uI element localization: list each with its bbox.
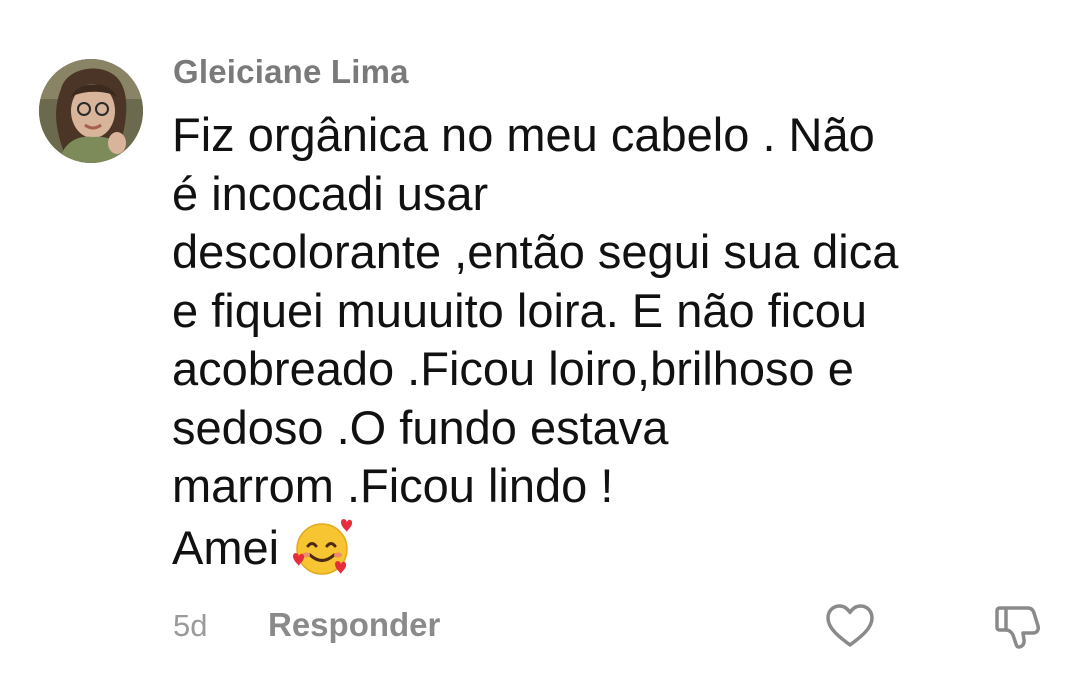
comment-body-line: e fiquei muuuito loira. E não ficou bbox=[172, 283, 867, 337]
reply-button[interactable]: Responder bbox=[268, 606, 440, 644]
comment-body-line: Fiz orgânica no meu cabelo . Não bbox=[172, 108, 875, 161]
dislike-button[interactable] bbox=[992, 602, 1044, 650]
comment-author[interactable]: Gleiciane Lima bbox=[173, 53, 409, 91]
smiling-face-with-hearts-emoji-icon bbox=[291, 516, 353, 578]
comment-body-line: sedoso .O fundo estava bbox=[172, 400, 669, 454]
comment-body-last-line: Amei bbox=[172, 516, 1052, 578]
user-avatar[interactable] bbox=[39, 59, 143, 163]
comment-body-line: Amei bbox=[172, 520, 280, 574]
like-button[interactable] bbox=[824, 602, 876, 650]
heart-outline-icon bbox=[826, 604, 874, 647]
comment-body-line: descolorante ,então segui sua dica bbox=[172, 225, 899, 278]
comment-body: Fiz orgânica no meu cabelo . Não é incoc… bbox=[172, 106, 1052, 578]
user-photo-avatar-icon bbox=[39, 59, 143, 163]
thumbs-down-outline-icon bbox=[995, 606, 1040, 649]
comment-body-line: marrom .Ficou lindo ! bbox=[172, 459, 614, 512]
comment: Gleiciane Lima Fiz orgânica no meu cabel… bbox=[0, 0, 1080, 686]
comment-timestamp: 5d bbox=[173, 608, 208, 643]
comment-body-line: acobreado .Ficou loiro,brilhoso e bbox=[172, 342, 854, 395]
comment-body-line: é incocadi usar bbox=[172, 166, 489, 220]
comment-footer: 5d Responder bbox=[0, 600, 1080, 656]
